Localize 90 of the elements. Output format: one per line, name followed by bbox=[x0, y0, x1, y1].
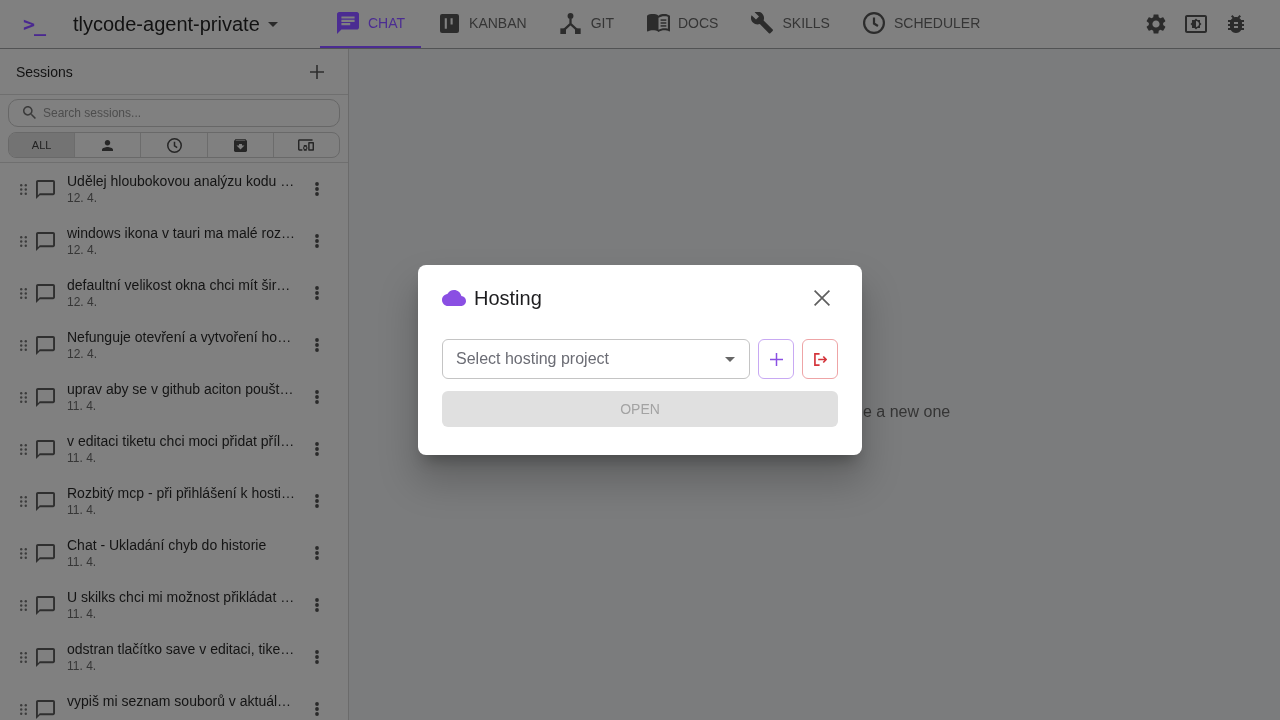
caret-icon bbox=[725, 356, 735, 362]
nav-tab[interactable]: CHAT bbox=[320, 0, 422, 48]
session-date: 12. 4. bbox=[67, 242, 99, 258]
add-icon[interactable] bbox=[310, 64, 324, 79]
clock-icon bbox=[166, 137, 182, 153]
filter-tab[interactable]: ALL bbox=[9, 133, 75, 157]
more-icon[interactable] bbox=[315, 390, 319, 404]
drag-handle-icon[interactable] bbox=[20, 547, 27, 559]
drag-handle-icon[interactable] bbox=[20, 287, 27, 299]
session-date: 11. 4. bbox=[67, 398, 98, 414]
nav-tab[interactable]: SKILLS bbox=[734, 0, 846, 48]
dialog-title: Hosting bbox=[474, 286, 542, 310]
session-date: 12. 4. bbox=[67, 294, 99, 310]
person-icon bbox=[102, 139, 114, 151]
archive-icon bbox=[233, 138, 247, 152]
session-date: 11. 4. bbox=[67, 502, 98, 518]
hosting-project-select[interactable]: Select hosting project bbox=[442, 339, 750, 379]
session-title[interactable]: Rozbitý mcp - při přihlášení k hosti… bbox=[67, 484, 307, 502]
sessions-title: Sessions bbox=[16, 63, 73, 80]
session-date: 11. 4. bbox=[67, 554, 98, 570]
session-title[interactable]: windows ikona v tauri ma malé roz… bbox=[67, 224, 307, 242]
session-date: 12. 4. bbox=[67, 346, 99, 362]
chat-bubble-icon bbox=[36, 699, 55, 719]
chat-bubble-icon bbox=[36, 491, 55, 511]
session-date: 11. 4. bbox=[67, 450, 98, 466]
logout-icon bbox=[813, 352, 827, 366]
drag-handle-icon[interactable] bbox=[20, 703, 27, 715]
empty-state-text: e a new one bbox=[863, 403, 952, 421]
session-date: 12. 4. bbox=[67, 190, 99, 206]
session-title[interactable]: Udělej hloubokovou analýzu kodu … bbox=[67, 172, 307, 190]
chat-bubble-icon bbox=[36, 283, 55, 303]
session-title[interactable]: v editaci tiketu chci moci přidat příl… bbox=[67, 432, 307, 450]
chat-icon bbox=[337, 12, 359, 34]
more-icon[interactable] bbox=[315, 442, 319, 456]
search-icon bbox=[23, 106, 36, 119]
drag-handle-icon[interactable] bbox=[20, 495, 27, 507]
drag-handle-icon[interactable] bbox=[20, 391, 27, 403]
app-logo: >_ bbox=[23, 12, 47, 36]
nav-tab[interactable]: KANBAN bbox=[421, 0, 543, 48]
nav-tab[interactable]: GIT bbox=[542, 0, 630, 48]
more-icon[interactable] bbox=[315, 546, 319, 560]
session-title[interactable]: defaultní velikost okna chci mít šir… bbox=[67, 276, 307, 294]
session-date: 11. 4. bbox=[67, 606, 98, 622]
drag-handle-icon[interactable] bbox=[20, 651, 27, 663]
session-title[interactable]: Nefunguje otevření a vytvoření ho… bbox=[67, 328, 307, 346]
book-icon bbox=[646, 14, 670, 32]
more-icon[interactable] bbox=[315, 286, 319, 300]
brightness-icon[interactable] bbox=[1185, 15, 1207, 33]
bug-icon[interactable] bbox=[1228, 15, 1244, 33]
devices-icon bbox=[298, 139, 315, 151]
settings-icon[interactable] bbox=[1146, 14, 1166, 34]
chat-bubble-icon bbox=[36, 387, 55, 407]
kanban-icon bbox=[439, 13, 459, 33]
plus-icon bbox=[769, 352, 783, 366]
drag-handle-icon[interactable] bbox=[20, 443, 27, 455]
session-title[interactable]: U skilks chci mi možnost přikládat … bbox=[67, 588, 307, 606]
more-icon[interactable] bbox=[315, 702, 319, 716]
more-icon[interactable] bbox=[315, 234, 319, 248]
chat-bubble-icon bbox=[36, 335, 55, 355]
chat-bubble-icon bbox=[36, 595, 55, 615]
fork-icon bbox=[560, 12, 582, 34]
more-icon[interactable] bbox=[315, 598, 319, 612]
project-selector[interactable]: tlycode-agent-private bbox=[73, 11, 278, 37]
caret-icon bbox=[267, 21, 278, 27]
logout-button[interactable] bbox=[802, 339, 838, 379]
session-title[interactable]: Chat - Ukladání chyb do historie bbox=[67, 536, 307, 554]
wrench-icon bbox=[751, 12, 774, 34]
session-title[interactable]: vypiš mi seznam souborů v aktuál… bbox=[67, 692, 307, 710]
drag-handle-icon[interactable] bbox=[20, 183, 27, 195]
drag-handle-icon[interactable] bbox=[20, 339, 27, 351]
clock-icon bbox=[862, 12, 885, 34]
drag-handle-icon[interactable] bbox=[20, 235, 27, 247]
session-title[interactable]: uprav aby se v github aciton poušt… bbox=[67, 380, 307, 398]
session-title[interactable]: odstran tlačítko save v editaci, tike… bbox=[67, 640, 307, 658]
nav-tab[interactable]: DOCS bbox=[630, 0, 735, 48]
chat-bubble-icon bbox=[36, 231, 55, 251]
more-icon[interactable] bbox=[315, 650, 319, 664]
close-icon[interactable] bbox=[814, 290, 830, 306]
chat-bubble-icon bbox=[36, 647, 55, 667]
drag-handle-icon[interactable] bbox=[20, 599, 27, 611]
more-icon[interactable] bbox=[315, 182, 319, 196]
session-date: 11. 4. bbox=[67, 658, 98, 674]
chat-bubble-icon bbox=[36, 179, 55, 199]
cloud-icon bbox=[442, 290, 466, 306]
more-icon[interactable] bbox=[315, 338, 319, 352]
chat-bubble-icon bbox=[36, 439, 55, 459]
chat-bubble-icon bbox=[36, 543, 55, 563]
more-icon[interactable] bbox=[315, 494, 319, 508]
add-button[interactable] bbox=[758, 339, 794, 379]
nav-tab[interactable]: SCHEDULER bbox=[845, 0, 997, 48]
